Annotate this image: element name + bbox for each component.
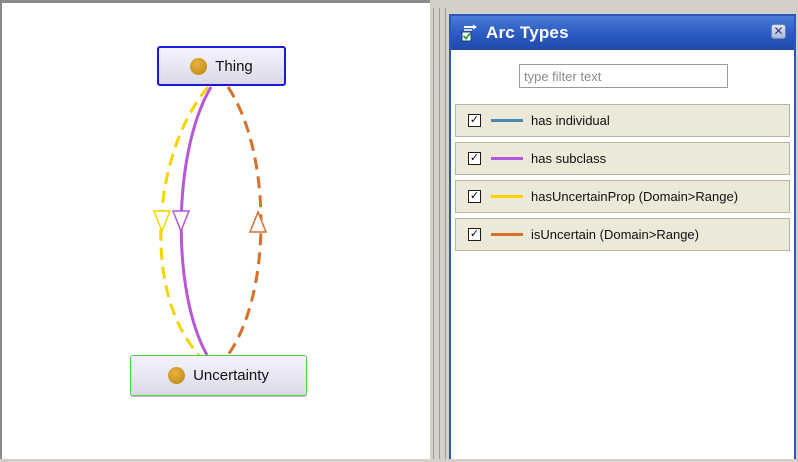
arc-type-list: ✓ has individual ✓ has subclass ✓ hasUnc…	[455, 104, 790, 256]
graph-canvas[interactable]: Thing Uncertainty	[0, 0, 430, 459]
arc-type-checkbox[interactable]: ✓	[468, 228, 481, 241]
splitter-grip-line	[445, 8, 446, 459]
arc-color-swatch	[491, 195, 523, 198]
node-thing[interactable]: Thing	[157, 46, 286, 86]
node-thing-label: Thing	[215, 57, 253, 75]
close-icon[interactable]: ✕	[771, 24, 786, 39]
arc-type-label: has individual	[531, 113, 610, 128]
panel-header: Arc Types ✕	[451, 16, 794, 50]
panel-title: Arc Types	[486, 23, 569, 42]
node-uncertainty-label: Uncertainty	[193, 367, 269, 384]
arc-type-item[interactable]: ✓ has individual	[455, 104, 790, 137]
arc-type-label: has subclass	[531, 151, 607, 166]
arc-type-item[interactable]: ✓ isUncertain (Domain>Range)	[455, 218, 790, 251]
filter-input[interactable]	[519, 64, 728, 88]
edge-has-subclass-arrow	[171, 210, 191, 234]
arc-color-swatch	[491, 157, 523, 160]
splitter-grip-line	[439, 8, 440, 459]
class-circle-icon	[168, 367, 186, 384]
arc-color-swatch	[491, 233, 523, 236]
arc-type-checkbox[interactable]: ✓	[468, 152, 481, 165]
arc-type-checkbox[interactable]: ✓	[468, 190, 481, 203]
node-uncertainty[interactable]: Uncertainty	[130, 355, 307, 396]
panel-splitter[interactable]	[430, 0, 448, 459]
arc-type-label: isUncertain (Domain>Range)	[531, 227, 699, 242]
arc-type-checkbox[interactable]: ✓	[468, 114, 481, 127]
arc-type-label: hasUncertainProp (Domain>Range)	[531, 189, 739, 204]
panel-body: ✓ has individual ✓ has subclass ✓ hasUnc…	[451, 50, 794, 459]
arc-types-panel: Arc Types ✕ ✓ has individual ✓ has subcl…	[449, 14, 796, 459]
arc-type-item[interactable]: ✓ hasUncertainProp (Domain>Range)	[455, 180, 790, 213]
edge-has-uncertain-prop-arrow	[152, 210, 172, 234]
edge-is-uncertain-arrow	[248, 209, 268, 233]
arc-types-icon	[461, 24, 477, 42]
class-circle-icon	[190, 57, 208, 75]
arc-type-item[interactable]: ✓ has subclass	[455, 142, 790, 175]
splitter-grip-line	[433, 8, 434, 459]
arc-color-swatch	[491, 119, 523, 122]
